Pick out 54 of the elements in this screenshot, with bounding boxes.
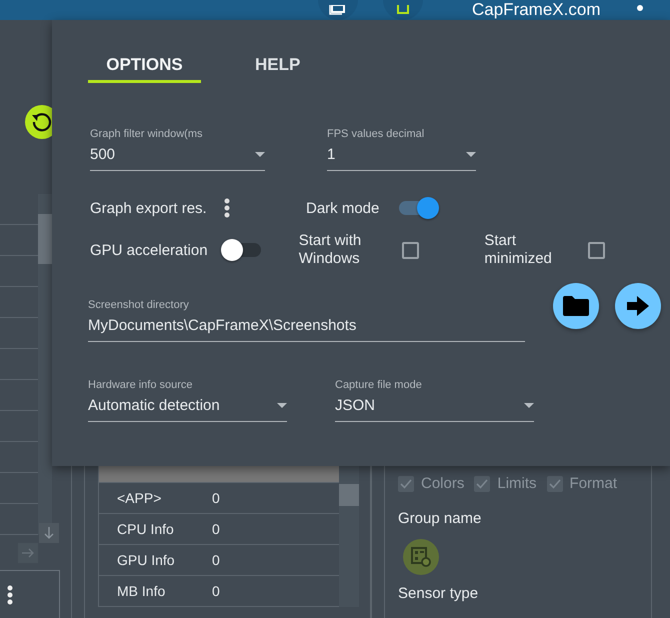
arrow-down-icon: [44, 527, 54, 539]
folder-button[interactable]: [553, 282, 599, 328]
more-vert-icon[interactable]: [7, 584, 13, 604]
field-label: Capture file mode: [335, 379, 423, 391]
setting-label: Start with Windows: [298, 232, 362, 268]
checkbox[interactable]: [588, 242, 606, 258]
sensor-name: <APP>: [116, 490, 162, 506]
arrow-right-icon: [627, 296, 649, 316]
group-name-label: Group name: [398, 510, 482, 527]
more-vert-icon[interactable]: [224, 198, 230, 218]
field-label: Hardware info source: [88, 379, 194, 391]
checkbox[interactable]: [402, 242, 419, 258]
tab[interactable]: OPTIONS: [88, 50, 201, 83]
setting-label: Graph export res.: [90, 200, 207, 216]
dropdown-field[interactable]: Hardware info source Automatic detection: [88, 379, 287, 422]
caret-down-icon: [277, 403, 287, 408]
sensor-value: 0: [212, 490, 220, 506]
sensor-value: 0: [212, 552, 220, 568]
sensor-type-label: Sensor type: [398, 585, 480, 602]
copy-icon: [329, 5, 347, 15]
next-button[interactable]: [615, 282, 661, 328]
phone-icon: [397, 5, 409, 15]
setting-label: Dark mode: [306, 200, 380, 216]
refresh-icon: [31, 111, 53, 133]
tab[interactable]: HELP: [255, 50, 300, 83]
dropdown-field[interactable]: Graph filter window(ms 500: [90, 128, 265, 171]
sensor-value: 0: [212, 583, 220, 599]
field-value: MyDocuments\CapFrameX\Screenshots: [88, 317, 356, 334]
field-label: Screenshot directory: [88, 299, 190, 311]
sensor-value: 0: [212, 521, 220, 537]
folder-icon: [563, 296, 589, 316]
sensor-name: CPU Info: [116, 521, 175, 537]
group-button[interactable]: [403, 539, 439, 575]
scrollbar[interactable]: [38, 194, 52, 535]
directory-field[interactable]: Screenshot directory MyDocuments\CapFrameX\Screenshots: [88, 299, 525, 342]
dropdown-field[interactable]: Capture file mode JSON: [335, 379, 534, 422]
dropdown-field[interactable]: FPS values decimal 1: [327, 128, 476, 171]
field-label: FPS values decimal: [327, 128, 426, 140]
field-value: 1: [327, 146, 336, 163]
field-label: Graph filter window(ms: [90, 128, 204, 140]
setting-label: Start minimized: [484, 232, 553, 268]
sensor-name: MB Info: [116, 583, 166, 599]
list-refresh-icon: [411, 547, 431, 567]
more-vert-icon[interactable]: [637, 2, 643, 12]
sensor-name: GPU Info: [116, 552, 176, 568]
caret-down-icon: [524, 403, 534, 408]
field-value: JSON: [335, 397, 376, 414]
setting-label: GPU acceleration: [90, 242, 208, 258]
arrow-right-icon: [22, 548, 34, 558]
caret-down-icon: [255, 152, 265, 157]
caret-down-icon: [466, 152, 476, 157]
website-link[interactable]: CapFrameX.com: [472, 1, 600, 18]
field-value: 500: [90, 146, 116, 163]
field-value: Automatic detection: [88, 397, 220, 414]
